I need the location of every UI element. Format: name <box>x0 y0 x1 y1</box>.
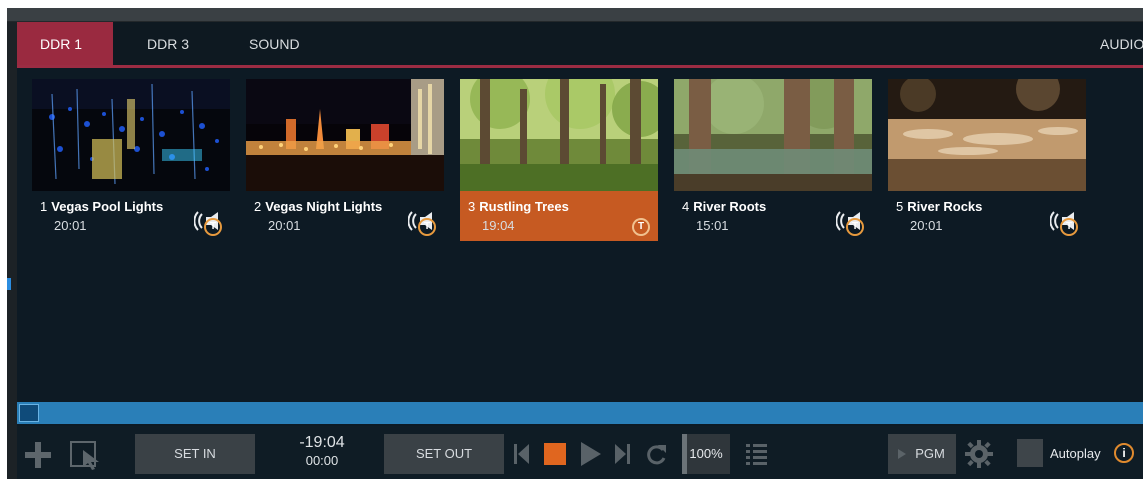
pgm-arrow-icon <box>898 449 906 459</box>
clip-river-roots[interactable]: 4 River Roots 15:01 T <box>674 79 872 241</box>
tab-ddr-3[interactable]: DDR 3 <box>147 22 217 65</box>
clip-number: 2 <box>254 199 262 214</box>
ddr-window: DDR 1 DDR 3 SOUND AUDIO 1 Vegas Pool Lig… <box>0 0 1143 479</box>
scrub-bar[interactable] <box>17 402 1143 424</box>
window-header <box>7 8 1143 22</box>
clip-title: 2 Vegas Night Lights <box>254 199 382 214</box>
clip-title: 4 River Roots <box>682 199 766 214</box>
clip-rustling-trees[interactable]: 3 Rustling Trees 19:04 T <box>460 79 658 241</box>
clip-title: 1 Vegas Pool Lights <box>40 199 163 214</box>
play-icon[interactable] <box>579 440 603 468</box>
set-in-button[interactable]: SET IN <box>135 434 255 474</box>
clip-name: Vegas Night Lights <box>265 199 383 214</box>
clip-number: 3 <box>468 199 476 214</box>
add-icon[interactable] <box>23 440 53 470</box>
clip-duration: 20:01 <box>910 218 943 233</box>
transition-badge-icon[interactable]: T <box>846 218 864 236</box>
tab-bar: DDR 1 DDR 3 SOUND AUDIO <box>17 22 1143 68</box>
stop-icon[interactable] <box>544 443 566 465</box>
tab-audio[interactable]: AUDIO <box>1100 22 1143 65</box>
clip-name: River Rocks <box>907 199 983 214</box>
transition-badge-icon[interactable]: T <box>418 218 436 236</box>
transition-badge-icon[interactable]: T <box>632 218 650 236</box>
gear-icon[interactable] <box>965 440 993 468</box>
timecode-display: -19:04 00:00 <box>282 434 362 470</box>
info-icon[interactable]: i <box>1114 443 1134 463</box>
scrub-handle[interactable] <box>19 404 39 422</box>
transition-badge-icon[interactable]: T <box>204 218 222 236</box>
timecode-remaining: -19:04 <box>299 434 345 451</box>
clip-thumbnail <box>674 79 872 191</box>
timecode-elapsed: 00:00 <box>305 453 339 468</box>
playlist-icon[interactable] <box>745 442 769 466</box>
previous-icon[interactable] <box>513 442 531 466</box>
clip-vegas-night-lights[interactable]: 2 Vegas Night Lights 20:01 T <box>246 79 444 241</box>
rail-marker <box>7 278 11 290</box>
autoplay-checkbox[interactable] <box>1017 439 1043 467</box>
clip-thumbnail <box>460 79 658 191</box>
pgm-label: PGM <box>915 446 945 461</box>
select-icon[interactable] <box>69 440 103 470</box>
clip-number: 1 <box>40 199 48 214</box>
next-icon[interactable] <box>613 442 631 466</box>
clip-name: River Roots <box>693 199 767 214</box>
loop-icon[interactable] <box>644 441 668 467</box>
set-out-button[interactable]: SET OUT <box>384 434 504 474</box>
clip-info: 2 Vegas Night Lights 20:01 T <box>246 191 444 241</box>
clip-info: 3 Rustling Trees 19:04 T <box>460 191 658 241</box>
clip-name: Rustling Trees <box>479 199 569 214</box>
clip-number: 5 <box>896 199 904 214</box>
clip-duration: 20:01 <box>54 218 87 233</box>
clip-name: Vegas Pool Lights <box>51 199 164 214</box>
clip-number: 4 <box>682 199 690 214</box>
clip-duration: 19:04 <box>482 218 515 233</box>
clip-title: 3 Rustling Trees <box>468 199 569 214</box>
clip-thumbnail <box>888 79 1086 191</box>
zoom-value: 100% <box>689 446 723 461</box>
top-margin <box>0 0 1143 8</box>
clip-thumbnail <box>246 79 444 191</box>
clip-info: 4 River Roots 15:01 T <box>674 191 872 241</box>
media-panel: DDR 1 DDR 3 SOUND AUDIO 1 Vegas Pool Lig… <box>17 22 1143 479</box>
clip-thumbnail <box>32 79 230 191</box>
clip-info: 1 Vegas Pool Lights 20:01 T <box>32 191 230 241</box>
clip-duration: 15:01 <box>696 218 729 233</box>
clip-info: 5 River Rocks 20:01 T <box>888 191 1086 241</box>
zoom-slider-fill <box>682 434 687 474</box>
clip-vegas-pool-lights[interactable]: 1 Vegas Pool Lights 20:01 T <box>32 79 230 241</box>
zoom-level[interactable]: 100% <box>682 434 730 474</box>
pgm-button[interactable]: PGM <box>888 434 956 474</box>
left-rail <box>7 22 17 479</box>
clip-title: 5 River Rocks <box>896 199 982 214</box>
transition-badge-icon[interactable]: T <box>1060 218 1078 236</box>
autoplay-label: Autoplay <box>1050 446 1101 461</box>
clip-duration: 20:01 <box>268 218 301 233</box>
tab-sound[interactable]: SOUND <box>249 22 329 65</box>
tab-ddr-1[interactable]: DDR 1 <box>17 22 113 65</box>
transport-toolbar: SET IN -19:04 00:00 SET OUT 100% PGM Aut… <box>17 426 1143 479</box>
clip-river-rocks[interactable]: 5 River Rocks 20:01 T <box>888 79 1086 241</box>
left-margin <box>0 8 7 479</box>
